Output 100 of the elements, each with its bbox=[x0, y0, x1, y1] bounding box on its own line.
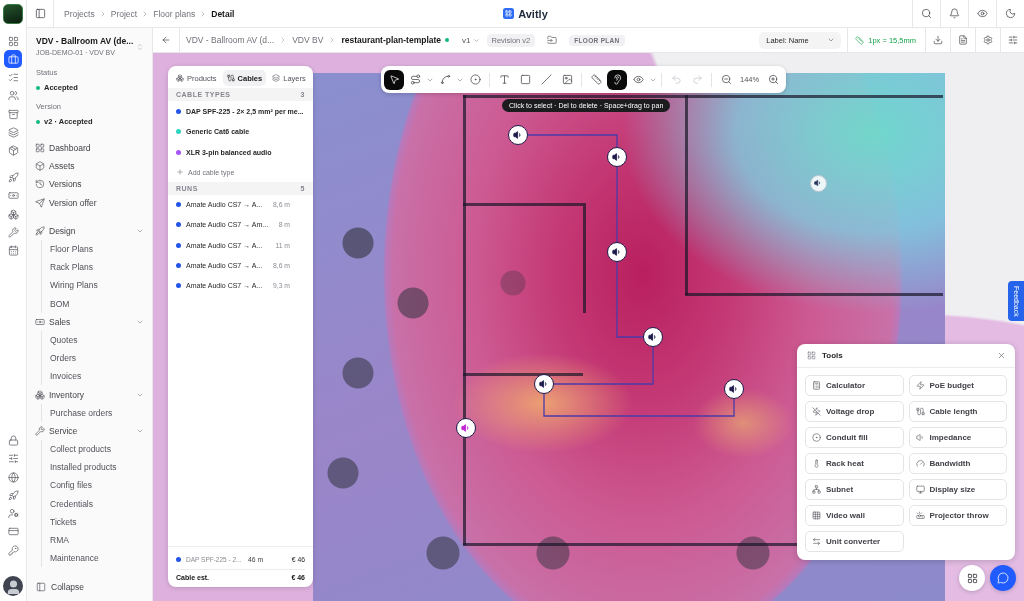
tool-button[interactable]: Display size bbox=[908, 479, 1007, 500]
listen-toggle-button[interactable] bbox=[607, 69, 627, 90]
network-icon bbox=[812, 485, 821, 494]
ruler-icon bbox=[855, 35, 865, 45]
tool-button[interactable]: Impedance bbox=[908, 427, 1007, 448]
bell-icon bbox=[949, 8, 960, 19]
nav-link[interactable]: Installed products bbox=[42, 458, 152, 477]
select-tool-button[interactable] bbox=[384, 69, 404, 90]
collapse-button[interactable]: Collapse bbox=[27, 577, 152, 597]
nav-link[interactable]: Tickets bbox=[42, 512, 152, 531]
nav-link[interactable]: Credentials bbox=[42, 494, 152, 513]
thermometer-icon bbox=[812, 459, 821, 468]
nav-group-toggle[interactable]: Design bbox=[27, 221, 152, 240]
nav-link[interactable]: Invoices bbox=[42, 367, 152, 386]
send-icon bbox=[35, 197, 45, 208]
grid-icon bbox=[807, 351, 816, 360]
cable-icon bbox=[226, 74, 235, 82]
zoom-out-icon bbox=[720, 74, 732, 85]
rocket-icon bbox=[7, 489, 19, 501]
nav-link[interactable]: Orders bbox=[42, 349, 152, 368]
nav-link[interactable]: Quotes bbox=[42, 330, 152, 350]
breadcrumb-link[interactable]: VDV - Ballroom AV (d... bbox=[186, 35, 275, 45]
search-icon bbox=[921, 8, 932, 19]
calendar-icon bbox=[7, 245, 19, 256]
brand-name: Avitly bbox=[518, 7, 548, 20]
breadcrumb-link[interactable]: Floor plans bbox=[153, 8, 196, 19]
briefcase-icon bbox=[7, 53, 19, 65]
nav-link[interactable]: Dashboard bbox=[27, 139, 152, 158]
version-select[interactable]: v1 bbox=[460, 35, 482, 45]
nav-link[interactable]: Wiring Plans bbox=[42, 276, 152, 295]
user-gear-icon bbox=[7, 508, 19, 519]
nav-link[interactable]: Config files bbox=[42, 476, 152, 495]
status-dot bbox=[36, 119, 40, 124]
circle-dot-icon bbox=[812, 433, 821, 442]
nav-link[interactable]: Purchase orders bbox=[42, 403, 152, 422]
eye-icon bbox=[977, 8, 988, 19]
tool-button[interactable]: PoE budget bbox=[908, 375, 1007, 396]
card-icon bbox=[7, 526, 19, 538]
zoom-in-icon bbox=[767, 74, 779, 85]
history-icon bbox=[35, 179, 45, 190]
tool-button[interactable]: Rack heat bbox=[805, 453, 904, 474]
sidebar-icon bbox=[34, 8, 46, 19]
nav-link[interactable]: Maintenance bbox=[42, 549, 152, 568]
sidebar-icon bbox=[36, 582, 46, 592]
breadcrumb-link[interactable]: Projects bbox=[64, 8, 95, 19]
calculator-icon bbox=[812, 381, 821, 390]
nav-group-toggle[interactable]: Inventory bbox=[27, 385, 152, 404]
tool-button[interactable]: Calculator bbox=[805, 375, 904, 396]
nav-group-toggle[interactable]: Service bbox=[27, 421, 152, 440]
nav-group-toggle[interactable]: Sales bbox=[27, 312, 152, 331]
sliders-icon bbox=[7, 453, 19, 465]
avatar-icon[interactable] bbox=[3, 576, 23, 596]
tool-button[interactable]: Unit converter bbox=[805, 531, 904, 552]
tool-button[interactable]: Projector throw bbox=[908, 505, 1007, 526]
rail-nav-button[interactable] bbox=[4, 50, 22, 69]
cable-icon bbox=[915, 407, 925, 416]
tool-button[interactable]: Cable length bbox=[908, 401, 1007, 422]
banknote-icon bbox=[7, 190, 19, 202]
cable-line[interactable] bbox=[553, 346, 654, 385]
nav-link[interactable]: Assets bbox=[27, 157, 152, 176]
tool-button[interactable]: Conduit fill bbox=[805, 427, 904, 448]
grid-icon bbox=[966, 572, 978, 584]
layers-icon bbox=[7, 126, 19, 138]
sliders-icon bbox=[1007, 35, 1018, 45]
chevrons-up-down-icon bbox=[136, 43, 144, 51]
key-icon bbox=[7, 544, 19, 556]
layers-icon bbox=[272, 74, 281, 82]
redo-icon bbox=[691, 74, 703, 85]
nav-link[interactable]: Collect products bbox=[42, 440, 152, 459]
breadcrumb-link[interactable]: Project bbox=[110, 8, 138, 19]
folder-icon bbox=[547, 35, 558, 45]
grid-icon bbox=[35, 143, 45, 154]
nav-link[interactable]: Floor Plans bbox=[42, 239, 152, 259]
nav-link[interactable]: Version offer bbox=[27, 193, 152, 212]
monitor-icon bbox=[915, 485, 925, 494]
tool-button[interactable]: Voltage drop bbox=[805, 401, 904, 422]
plus-icon bbox=[176, 168, 184, 176]
nav-link[interactable]: Rack Plans bbox=[42, 258, 152, 277]
move-to-folder-button[interactable] bbox=[545, 33, 560, 47]
tool-button[interactable]: Subnet bbox=[805, 479, 904, 500]
cube-icon bbox=[35, 161, 45, 172]
close-icon bbox=[997, 351, 1006, 360]
tool-button[interactable]: Video wall bbox=[805, 505, 904, 526]
plan-name: restaurant-plan-template bbox=[341, 35, 442, 45]
line-icon bbox=[540, 74, 552, 85]
undo-icon bbox=[670, 74, 682, 85]
image-icon bbox=[561, 74, 573, 85]
moon-icon bbox=[1005, 8, 1016, 19]
close-button[interactable] bbox=[996, 350, 1007, 361]
nav-link[interactable]: Versions bbox=[27, 175, 152, 194]
text-icon bbox=[498, 74, 510, 85]
nav-link[interactable]: RMA bbox=[42, 530, 152, 550]
tool-button[interactable]: Bandwidth bbox=[908, 453, 1007, 474]
logo-icon[interactable] bbox=[3, 4, 23, 24]
status-dot bbox=[36, 85, 40, 90]
nav-link[interactable]: BOM bbox=[42, 294, 152, 313]
arrows-icon bbox=[812, 537, 821, 546]
breadcrumb-link[interactable]: VDV BV bbox=[292, 35, 324, 45]
users-icon bbox=[7, 90, 19, 102]
projector-icon bbox=[915, 511, 925, 520]
